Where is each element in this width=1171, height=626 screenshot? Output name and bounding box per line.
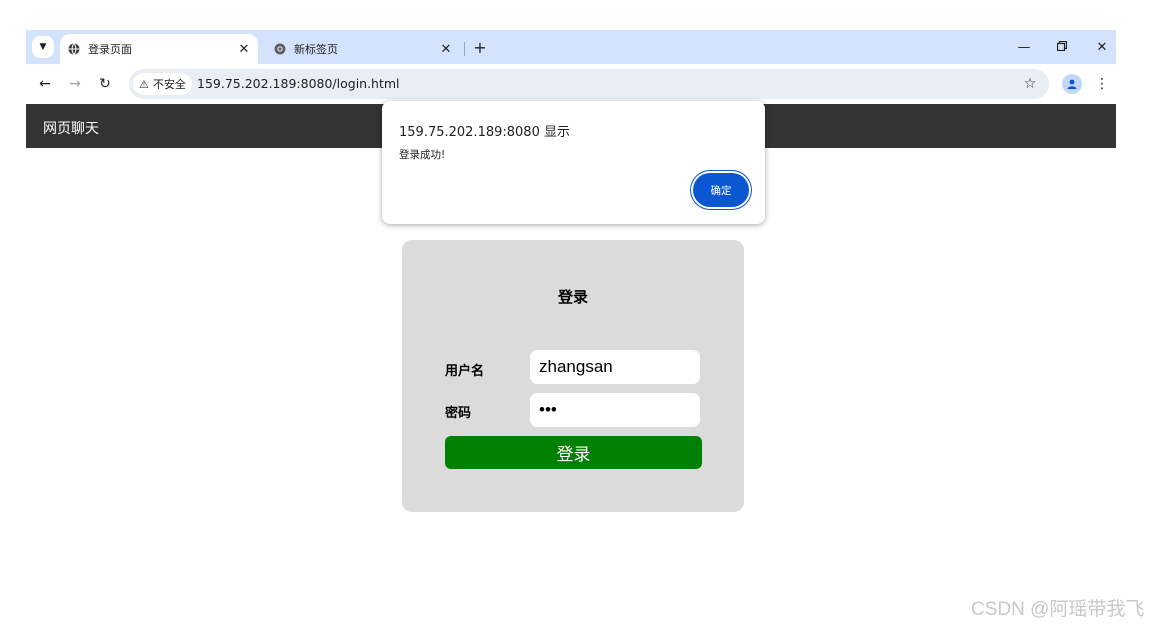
globe-icon <box>68 43 80 55</box>
login-heading: 登录 <box>557 288 588 306</box>
arrow-right-icon: → <box>69 76 81 92</box>
chevron-down-icon: ▼ <box>39 42 47 52</box>
tab-new-tab[interactable]: 新标签页 ✕ <box>266 34 460 64</box>
restore-icon <box>1056 40 1068 55</box>
password-input[interactable]: ••• <box>530 393 700 427</box>
login-submit-button[interactable]: 登录 <box>445 436 702 469</box>
tab-strip: ▼ 登录页面 ✕ 新标签页 ✕ + — ✕ <box>26 30 1116 64</box>
chrome-icon <box>274 43 286 55</box>
username-input[interactable]: zhangsan <box>530 350 700 384</box>
bookmark-button[interactable]: ☆ <box>1021 75 1039 93</box>
tab-search-button[interactable]: ▼ <box>32 36 54 58</box>
alert-ok-button[interactable]: 确定 <box>693 173 749 207</box>
tab-title: 登录页面 <box>88 43 132 56</box>
security-label: 不安全 <box>152 78 186 91</box>
reload-icon: ↻ <box>99 76 111 92</box>
back-button[interactable]: ← <box>35 74 55 94</box>
close-icon[interactable]: ✕ <box>438 41 454 57</box>
security-chip[interactable]: ⚠ 不安全 <box>133 73 192 95</box>
forward-button[interactable]: → <box>65 74 85 94</box>
close-icon: ✕ <box>1096 39 1108 55</box>
minimize-icon: — <box>1017 39 1031 55</box>
close-window-button[interactable]: ✕ <box>1090 36 1114 58</box>
username-label: 用户名 <box>445 364 485 379</box>
login-card: 登录 用户名 zhangsan 密码 ••• 登录 <box>402 240 744 512</box>
alert-origin: 159.75.202.189:8080 显示 <box>399 125 570 140</box>
person-icon <box>1066 75 1078 94</box>
site-title: 网页聊天 <box>43 121 99 137</box>
url-text[interactable]: 159.75.202.189:8080/login.html <box>197 76 400 91</box>
new-tab-button[interactable]: + <box>470 37 490 57</box>
tab-divider <box>464 42 465 56</box>
more-vert-icon: ⋮ <box>1095 76 1109 92</box>
reload-button[interactable]: ↻ <box>95 74 115 94</box>
star-icon: ☆ <box>1023 76 1037 92</box>
alert-message: 登录成功! <box>399 149 446 161</box>
arrow-left-icon: ← <box>39 76 51 92</box>
close-icon[interactable]: ✕ <box>236 41 252 57</box>
tab-login[interactable]: 登录页面 ✕ <box>60 34 258 64</box>
tab-title: 新标签页 <box>294 43 338 56</box>
password-label: 密码 <box>445 406 472 421</box>
watermark: CSDN @阿瑶带我飞 <box>971 599 1145 620</box>
profile-button[interactable] <box>1062 74 1082 94</box>
browser-menu-button[interactable]: ⋮ <box>1094 74 1110 94</box>
address-bar[interactable]: ⚠ 不安全 159.75.202.189:8080/login.html ☆ <box>129 69 1049 99</box>
alert-dialog: 159.75.202.189:8080 显示 登录成功! 确定 <box>382 101 765 224</box>
browser-toolbar: ← → ↻ ⚠ 不安全 159.75.202.189:8080/login.ht… <box>26 64 1116 104</box>
warning-icon: ⚠ <box>139 77 149 91</box>
plus-icon: + <box>473 37 487 57</box>
minimize-button[interactable]: — <box>1012 36 1036 58</box>
restore-button[interactable] <box>1050 36 1074 58</box>
